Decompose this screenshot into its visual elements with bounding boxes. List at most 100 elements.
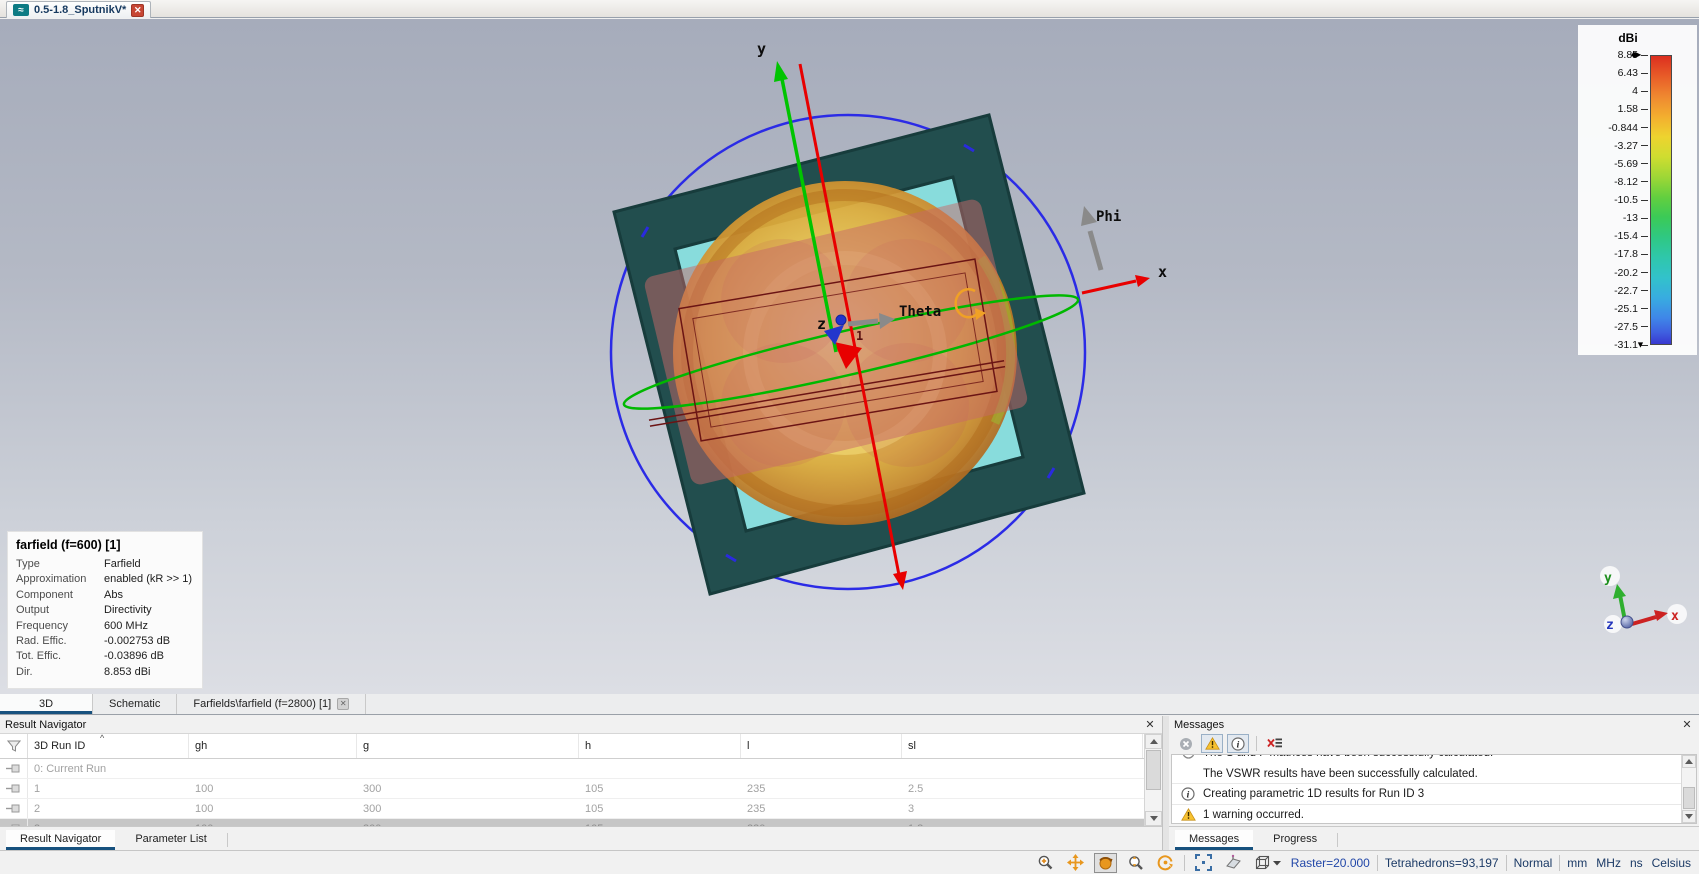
messages-title: Messages [1174,719,1224,731]
table-row[interactable]: 21003001052353 [0,799,1144,819]
unit-label[interactable]: mm [1567,856,1587,870]
close-icon[interactable]: ✕ [1143,718,1157,732]
orbit-tool[interactable] [1154,853,1177,873]
value-cell: 100 [189,803,357,815]
farfield-info-value: Directivity [104,603,194,618]
close-icon[interactable]: ✕ [1680,718,1694,732]
legend-tick-label: -0.844 [1608,122,1638,134]
farfield-info-value: enabled (kR >> 1) [104,572,194,587]
dock-tab-progress[interactable]: Progress [1259,830,1331,850]
column-header-sl[interactable]: sl [902,734,1143,758]
warnings-filter-button[interactable] [1201,734,1223,753]
view-tab-label: Farfields\farfield (f=2800) [1] [193,698,331,710]
farfield-info-label: Rad. Effic. [16,634,104,649]
pin-icon[interactable] [6,784,21,793]
waves-icon: ≈ [13,4,29,16]
legend-tick: -25.1 [1578,303,1648,315]
legend-tick-label: -27.5 [1614,321,1638,333]
column-header-gh[interactable]: gh [189,734,357,758]
zoom-in-tool[interactable] [1034,853,1057,873]
funnel-icon [7,739,21,753]
pin-cell[interactable] [0,819,28,826]
column-header-h[interactable]: h [579,734,741,758]
bubble-icon [1182,755,1195,759]
view-tab-schematic[interactable]: Schematic [93,694,177,714]
legend-tick: -20.2 [1578,267,1648,279]
unit-label[interactable]: MHz [1596,856,1621,870]
table-row[interactable]: 11003001052352.5 [0,779,1144,799]
document-tab-bar: ≈ 0.5-1.8_SputnikV* ✕ [0,0,1699,18]
dock-tab-messages[interactable]: Messages [1175,830,1253,850]
rotate-tool[interactable] [1094,853,1117,873]
legend-tick: -22.7 [1578,285,1648,297]
pin-cell[interactable] [0,779,28,798]
dock-tab-result-navigator[interactable]: Result Navigator [6,830,115,850]
message-icon-cell: i [1180,787,1196,801]
3d-scene-canvas[interactable]: y x z Phi Theta 1 y x z [0,19,1699,694]
scrollbar-thumb[interactable] [1683,787,1695,809]
raster-status[interactable]: Raster=20.000 [1291,856,1370,870]
view-tab-3d[interactable]: 3D [0,694,93,714]
scroll-up-icon[interactable] [1145,734,1162,749]
errors-filter-button[interactable] [1175,734,1197,753]
zoom-dynamic-tool[interactable] [1124,853,1147,873]
pin-cell[interactable] [0,759,28,778]
dock-tab-parameter-list[interactable]: Parameter List [121,830,221,850]
column-header-3d-run-id[interactable]: 3D Run ID [28,734,189,758]
info-filter-button[interactable]: i [1227,734,1249,753]
legend-tick: 1.58 [1578,103,1648,115]
filter-button[interactable] [0,734,28,758]
close-icon[interactable]: ✕ [131,4,144,17]
y-axis-label: y [757,40,766,58]
pan-tool[interactable] [1064,853,1087,873]
mesh-mode-status[interactable]: Normal [1514,856,1553,870]
view-tab-farfields-farfield-f-2800-1-[interactable]: Farfields\farfield (f=2800) [1] ✕ [177,694,366,714]
info-filter-icon: i [1231,737,1245,751]
table-row[interactable]: 31003001052301.8 [0,819,1144,826]
legend-tick-mark [1641,181,1648,182]
document-tab[interactable]: ≈ 0.5-1.8_SputnikV* ✕ [6,1,151,18]
message-item: iCreating parametric 1D results for Run … [1172,784,1696,805]
fit-view-tool[interactable] [1192,853,1215,873]
farfield-info-value: -0.002753 dB [104,634,194,649]
tab-separator [227,833,228,847]
units-status[interactable]: mm MHzns Celsius [1567,856,1691,870]
port-label: 1 [856,329,863,343]
scrollbar-thumb[interactable] [1146,750,1161,790]
legend-tick: -13 [1578,212,1648,224]
clear-messages-button[interactable] [1264,734,1286,753]
farfield-info-label: Component [16,588,104,603]
value-cell: 300 [357,803,579,815]
column-header-l[interactable]: l [741,734,902,758]
scroll-down-icon[interactable] [1145,811,1162,826]
view-tab-label: Schematic [109,698,160,710]
orientation-triad[interactable]: y x z [1600,566,1687,633]
table-row[interactable]: 0: Current Run [0,759,1144,779]
chevron-down-icon[interactable] [1273,860,1281,866]
run-id-cell: 2 [28,803,189,815]
pin-icon[interactable] [6,764,21,773]
status-separator [1559,855,1560,871]
column-header-g[interactable]: g [357,734,579,758]
unit-label[interactable]: ns [1630,856,1643,870]
view-cube-tool[interactable] [1252,853,1284,873]
legend-tick-mark [1641,200,1648,201]
unit-label[interactable]: Celsius [1652,856,1691,870]
pin-icon[interactable] [6,804,21,813]
status-separator [1506,855,1507,871]
tetrahedrons-status: Tetrahedrons=93,197 [1385,856,1499,870]
legend-tick-mark [1641,254,1648,255]
messages-scrollbar[interactable] [1681,755,1696,823]
clipping-plane-tool[interactable] [1222,853,1245,873]
messages-tabs: Messages Progress [1169,826,1699,850]
scroll-down-icon[interactable] [1682,810,1696,823]
close-icon[interactable]: ✕ [337,698,349,710]
3d-viewport[interactable]: y x z Phi Theta 1 y x z dBi [0,19,1699,694]
legend-tick-label: -8.12 [1614,176,1638,188]
pin-cell[interactable] [0,799,28,818]
messages-panel: Messages ✕ i The S and F matrices have b… [1169,716,1699,850]
legend-tick-mark [1641,218,1648,219]
run-table-scrollbar[interactable] [1144,733,1162,826]
scroll-up-icon[interactable] [1682,755,1696,768]
farfield-info-row: ComponentAbs [16,588,194,603]
